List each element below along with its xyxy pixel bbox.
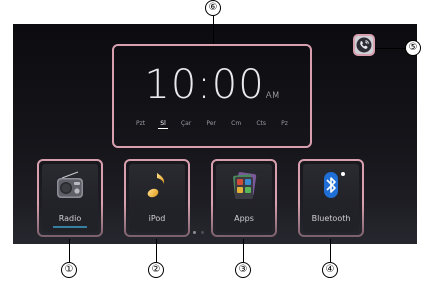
callout-5: ⑤: [405, 40, 421, 56]
apps-tile[interactable]: Apps: [211, 159, 277, 237]
page-indicator: [193, 231, 204, 234]
phone-icon: [356, 37, 372, 53]
ipod-tile[interactable]: iPod: [124, 159, 190, 237]
callout-1: ①: [61, 262, 77, 278]
callout-6-leader: [213, 16, 214, 44]
weekday-label: Pzt: [136, 120, 146, 127]
weekday-label: Çar: [180, 120, 192, 127]
bluetooth-tile[interactable]: Bluetooth: [298, 159, 364, 237]
music-note-icon: [147, 173, 165, 198]
radio-icon: [57, 171, 83, 198]
clock-widget[interactable]: 10:00AM Pzt Sl Çar Per Cm Cts Pz: [112, 44, 312, 148]
bluetooth-tile-label: Bluetooth: [311, 214, 351, 223]
weekday-label: Per: [206, 120, 216, 127]
phone-button[interactable]: [353, 34, 375, 56]
callout-4-leader: [330, 239, 331, 262]
callout-6: ⑥: [205, 0, 221, 16]
bluetooth-icon: [324, 172, 345, 198]
ipod-tile-label: iPod: [148, 214, 166, 223]
weekday-label: Cts: [256, 120, 267, 127]
callout-2-leader: [156, 239, 157, 262]
page-dot: [201, 231, 204, 234]
weekday-label: Cm: [231, 120, 242, 127]
radio-tile[interactable]: Radio: [37, 159, 103, 237]
head-unit-screen: 10:00AM Pzt Sl Çar Per Cm Cts Pz Radio i…: [13, 24, 417, 244]
callout-3: ③: [235, 262, 251, 278]
weekday-label-current: Sl: [158, 120, 168, 129]
weekday-row: Pzt Sl Çar Per Cm Cts Pz: [134, 120, 290, 129]
apps-icon: [233, 172, 257, 199]
weekday-label: Pz: [281, 120, 288, 127]
apps-tile-label: Apps: [234, 214, 254, 223]
callout-3-leader: [243, 239, 244, 262]
radio-tile-label: Radio: [58, 214, 82, 223]
clock-time: 10:00: [144, 62, 265, 108]
callout-1-leader: [69, 239, 70, 262]
callout-5-leader: [375, 48, 405, 49]
callout-4: ④: [322, 262, 338, 278]
clock-time-display: 10:00AM: [114, 62, 310, 108]
clock-ampm: AM: [265, 91, 280, 101]
page-dot-active: [193, 231, 196, 234]
selected-indicator: [53, 226, 87, 228]
callout-2: ②: [148, 262, 164, 278]
